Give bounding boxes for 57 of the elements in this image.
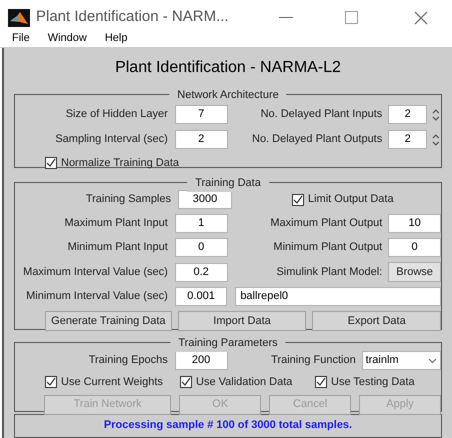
input-field[interactable]: 0.001 — [174, 287, 228, 306]
checkbox-label: Limit Output Data — [308, 192, 394, 208]
checkbox[interactable] — [292, 194, 304, 206]
field-label: Maximum Plant Output — [269, 216, 382, 232]
checkbox[interactable] — [315, 376, 327, 388]
menu-item[interactable]: File — [12, 30, 30, 46]
field-label: Training Function — [270, 353, 356, 368]
checkbox-label: Normalize Training Data — [61, 156, 179, 171]
input-field[interactable]: 0 — [174, 238, 228, 257]
close-icon[interactable] — [414, 10, 428, 25]
input-field[interactable]: 1 — [174, 214, 228, 233]
checkbox[interactable] — [180, 376, 192, 388]
model-name-field[interactable]: ballrepel0 — [235, 287, 441, 306]
push-button[interactable]: Generate Training Data — [45, 311, 172, 331]
spinner-arrows-icon[interactable] — [431, 106, 442, 122]
menu-item[interactable]: Window — [48, 30, 87, 46]
field-label: Maximum Interval Value (sec) — [22, 264, 168, 280]
field-label: Training Samples — [84, 192, 171, 208]
maximize-icon[interactable] — [345, 11, 358, 24]
app-logo-icon — [8, 8, 30, 27]
input-field[interactable]: 2 — [388, 130, 428, 149]
browse-button[interactable]: Browse — [388, 262, 442, 282]
input-field[interactable]: 0 — [388, 238, 442, 257]
field-label: Minimum Interval Value (sec) — [25, 289, 168, 304]
field-label: Simulink Plant Model: — [275, 264, 382, 280]
dialog-heading: Plant Identification - NARMA-L2 — [114, 58, 342, 78]
menu-item[interactable]: Help — [104, 30, 128, 46]
input-field[interactable]: 3000 — [178, 190, 232, 209]
push-button[interactable]: Import Data — [178, 311, 306, 331]
window-title: Plant Identification - NARM... — [36, 7, 229, 28]
input-field[interactable]: 2 — [388, 105, 428, 124]
minimize-icon[interactable] — [279, 16, 293, 19]
field-label: Minimum Plant Input — [66, 240, 168, 256]
status-bar: Processing sample # 100 of 3000 total samples. — [14, 414, 442, 438]
checkbox[interactable] — [45, 157, 57, 170]
push-button[interactable]: Export Data — [312, 311, 441, 331]
input-field[interactable]: 7 — [174, 105, 228, 124]
input-field[interactable]: 2 — [174, 130, 228, 149]
checkbox[interactable] — [45, 376, 57, 388]
chevron-down-icon — [428, 358, 438, 364]
field-label: Minimum Plant Output — [272, 240, 382, 256]
field-label: Sampling Interval (sec) — [54, 132, 168, 148]
field-label: No. Delayed Plant Inputs — [260, 107, 382, 122]
input-field[interactable]: 200 — [174, 351, 228, 370]
checkbox-label: Use Current Weights — [61, 375, 163, 390]
checkbox-label: Use Validation Data — [196, 375, 292, 390]
panel-title: Training Parameters — [170, 335, 286, 352]
checkbox-label: Use Testing Data — [331, 375, 415, 390]
panel-title: Training Data — [187, 175, 269, 192]
field-label: Training Epochs — [88, 353, 168, 368]
field-label: Size of Hidden Layer — [64, 107, 168, 122]
input-field[interactable]: 10 — [388, 214, 442, 233]
field-label: Maximum Plant Input — [64, 216, 168, 232]
dropdown[interactable]: trainlm — [362, 351, 442, 370]
field-label: No. Delayed Plant Outputs — [251, 132, 382, 148]
input-field[interactable]: 0.2 — [174, 262, 228, 282]
spinner-arrows-icon[interactable] — [431, 132, 442, 148]
